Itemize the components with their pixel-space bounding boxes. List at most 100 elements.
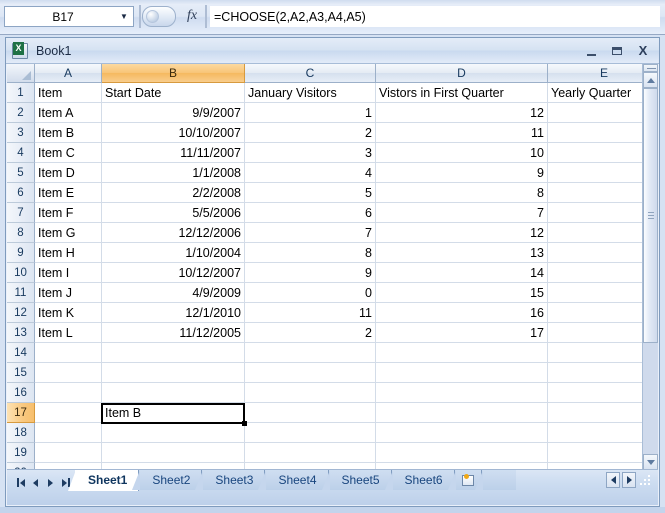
- cell-A4[interactable]: Item C: [35, 143, 102, 163]
- cell-C9[interactable]: 8: [245, 243, 376, 263]
- cell-D12[interactable]: 16: [376, 303, 548, 323]
- cell-C8[interactable]: 7: [245, 223, 376, 243]
- nav-next-sheet-icon[interactable]: [45, 477, 56, 489]
- row-header-12[interactable]: 12: [7, 303, 35, 323]
- sheet-tab-sheet5[interactable]: Sheet5: [321, 470, 392, 490]
- cell-D16[interactable]: [376, 383, 548, 403]
- cell-A3[interactable]: Item B: [35, 123, 102, 143]
- cell-A16[interactable]: [35, 383, 102, 403]
- row-header-8[interactable]: 8: [7, 223, 35, 243]
- cell-A2[interactable]: Item A: [35, 103, 102, 123]
- cell-B11[interactable]: 4/9/2009: [102, 283, 245, 303]
- column-header-b[interactable]: B: [102, 64, 245, 83]
- cell-A11[interactable]: Item J: [35, 283, 102, 303]
- cell-C11[interactable]: 0: [245, 283, 376, 303]
- sheet-tab-sheet2[interactable]: Sheet2: [132, 470, 203, 490]
- column-header-d[interactable]: D: [376, 64, 548, 83]
- vertical-scroll-track[interactable]: [643, 88, 658, 454]
- row-header-7[interactable]: 7: [7, 203, 35, 223]
- scroll-down-arrow-icon[interactable]: [643, 454, 658, 470]
- column-header-a[interactable]: A: [35, 64, 102, 83]
- row-header-6[interactable]: 6: [7, 183, 35, 203]
- cell-D9[interactable]: 13: [376, 243, 548, 263]
- row-header-1[interactable]: 1: [7, 83, 35, 103]
- row-header-3[interactable]: 3: [7, 123, 35, 143]
- cell-B3[interactable]: 10/10/2007: [102, 123, 245, 143]
- row-header-10[interactable]: 10: [7, 263, 35, 283]
- sheet-tab-sheet1[interactable]: Sheet1: [67, 470, 140, 491]
- row-header-13[interactable]: 13: [7, 323, 35, 343]
- cell-A12[interactable]: Item K: [35, 303, 102, 323]
- cell-A17[interactable]: [35, 403, 102, 423]
- cell-D6[interactable]: 8: [376, 183, 548, 203]
- cell-D11[interactable]: 15: [376, 283, 548, 303]
- nav-prev-sheet-icon[interactable]: [30, 477, 41, 489]
- cell-C6[interactable]: 5: [245, 183, 376, 203]
- column-header-c[interactable]: C: [245, 64, 376, 83]
- cell-C14[interactable]: [245, 343, 376, 363]
- row-header-2[interactable]: 2: [7, 103, 35, 123]
- cell-A9[interactable]: Item H: [35, 243, 102, 263]
- insert-function-icon[interactable]: fx: [178, 8, 206, 24]
- cell-B1[interactable]: Start Date: [102, 83, 245, 103]
- cell-B5[interactable]: 1/1/2008: [102, 163, 245, 183]
- cell-B16[interactable]: [102, 383, 245, 403]
- select-all-corner-icon[interactable]: [7, 64, 35, 83]
- split-pane-icon[interactable]: [643, 64, 658, 72]
- cell-B6[interactable]: 2/2/2008: [102, 183, 245, 203]
- cell-D8[interactable]: 12: [376, 223, 548, 243]
- cell-A8[interactable]: Item G: [35, 223, 102, 243]
- cell-D18[interactable]: [376, 423, 548, 443]
- row-header-9[interactable]: 9: [7, 243, 35, 263]
- cell-A13[interactable]: Item L: [35, 323, 102, 343]
- cell-A1[interactable]: Item: [35, 83, 102, 103]
- cell-C5[interactable]: 4: [245, 163, 376, 183]
- row-header-5[interactable]: 5: [7, 163, 35, 183]
- sheet-tab-sheet3[interactable]: Sheet3: [195, 470, 266, 490]
- vertical-scrollbar[interactable]: [642, 64, 658, 470]
- cell-C2[interactable]: 1: [245, 103, 376, 123]
- cell-B8[interactable]: 12/12/2006: [102, 223, 245, 243]
- cell-B15[interactable]: [102, 363, 245, 383]
- row-header-14[interactable]: 14: [7, 343, 35, 363]
- formula-input[interactable]: =CHOOSE(2,A2,A3,A4,A5): [210, 6, 660, 27]
- cell-B10[interactable]: 10/12/2007: [102, 263, 245, 283]
- cell-C16[interactable]: [245, 383, 376, 403]
- nav-first-sheet-icon[interactable]: [15, 477, 26, 489]
- cell-C10[interactable]: 9: [245, 263, 376, 283]
- cell-C3[interactable]: 2: [245, 123, 376, 143]
- chevron-down-icon[interactable]: ▼: [115, 7, 133, 26]
- cell-D1[interactable]: Vistors in First Quarter: [376, 83, 548, 103]
- cell-D7[interactable]: 7: [376, 203, 548, 223]
- cell-D17[interactable]: [376, 403, 548, 423]
- cell-D10[interactable]: 14: [376, 263, 548, 283]
- sheet-tab-sheet4[interactable]: Sheet4: [258, 470, 329, 490]
- cell-B13[interactable]: 11/12/2005: [102, 323, 245, 343]
- cell-C12[interactable]: 11: [245, 303, 376, 323]
- hscroll-right-icon[interactable]: [622, 472, 636, 488]
- row-header-4[interactable]: 4: [7, 143, 35, 163]
- row-header-15[interactable]: 15: [7, 363, 35, 383]
- maximize-button[interactable]: [605, 40, 629, 62]
- row-header-19[interactable]: 19: [7, 443, 35, 463]
- cell-B14[interactable]: [102, 343, 245, 363]
- close-button[interactable]: X: [631, 40, 655, 62]
- cell-A6[interactable]: Item E: [35, 183, 102, 203]
- row-header-17[interactable]: 17: [7, 403, 35, 423]
- cell-D14[interactable]: [376, 343, 548, 363]
- minimize-button[interactable]: [579, 40, 603, 62]
- cell-B4[interactable]: 11/11/2007: [102, 143, 245, 163]
- cell-A19[interactable]: [35, 443, 102, 463]
- cell-C1[interactable]: January Visitors: [245, 83, 376, 103]
- cell-D2[interactable]: 12: [376, 103, 548, 123]
- cell-B9[interactable]: 1/10/2004: [102, 243, 245, 263]
- cell-A14[interactable]: [35, 343, 102, 363]
- vertical-scroll-thumb[interactable]: [643, 88, 658, 343]
- cell-A18[interactable]: [35, 423, 102, 443]
- cell-A7[interactable]: Item F: [35, 203, 102, 223]
- cell-B19[interactable]: [102, 443, 245, 463]
- window-resize-grip-icon[interactable]: [638, 472, 652, 488]
- cell-D5[interactable]: 9: [376, 163, 548, 183]
- cell-C19[interactable]: [245, 443, 376, 463]
- cell-C7[interactable]: 6: [245, 203, 376, 223]
